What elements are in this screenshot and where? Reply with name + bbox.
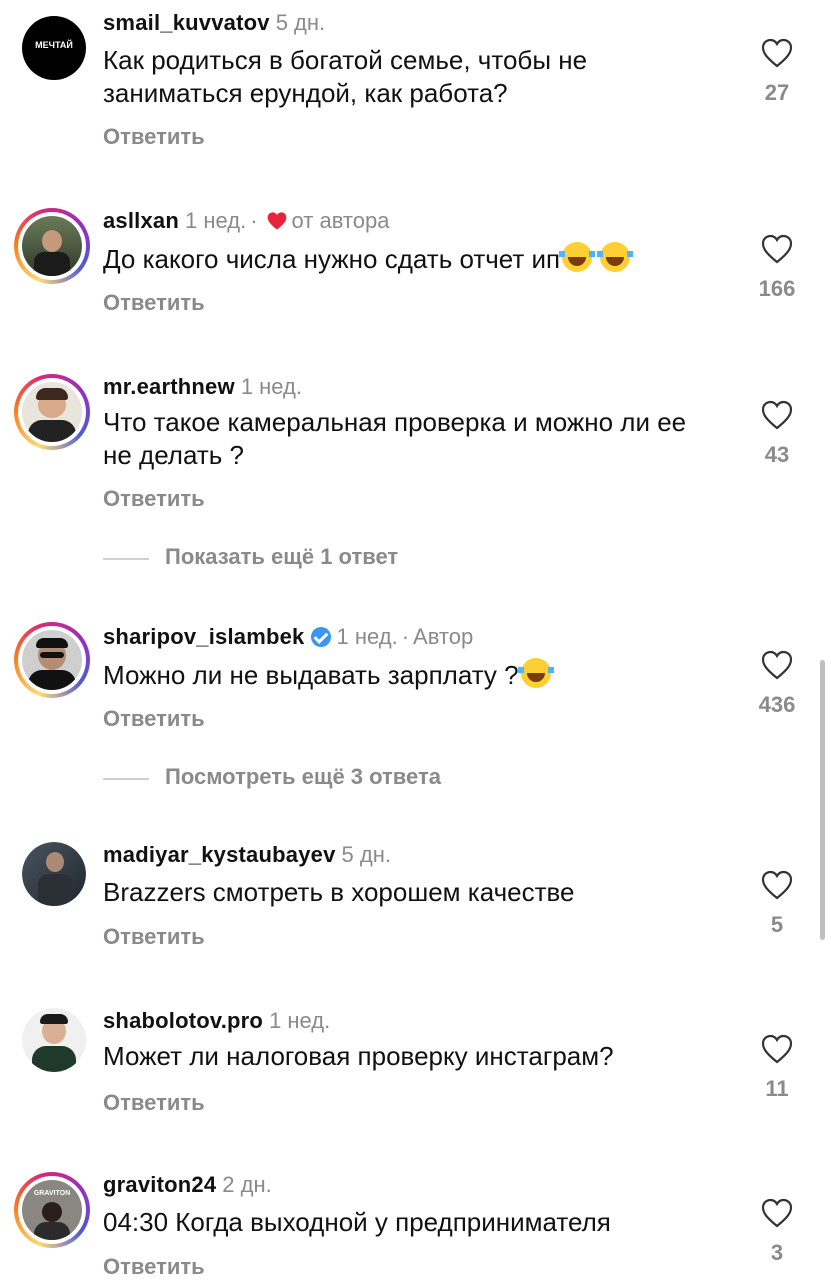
avatar[interactable]: [22, 842, 86, 906]
heart-icon: [761, 38, 793, 68]
username[interactable]: shabolotov.pro: [103, 1008, 263, 1033]
like-count: 11: [765, 1076, 789, 1101]
view-more-replies-label: Посмотреть ещё 3 ответа: [165, 764, 441, 789]
timestamp: 5 дн.: [275, 10, 326, 35]
username[interactable]: madiyar_kystaubayev: [103, 842, 336, 867]
author-like-badge: от автора: [291, 208, 390, 233]
reply-button[interactable]: Ответить: [103, 124, 205, 150]
like-count: 5: [770, 912, 784, 937]
comment-text: Может ли налоговая проверку инстаграм?: [103, 1041, 614, 1071]
username[interactable]: smail_kuvvatov: [103, 10, 270, 35]
username[interactable]: sharipov_islambek: [103, 624, 305, 649]
comment-text: 04:30 Когда выходной у предпринимателя: [103, 1207, 611, 1237]
divider: [103, 778, 149, 780]
like-count: 3: [770, 1240, 784, 1265]
username[interactable]: asllxan: [103, 208, 179, 233]
like-button[interactable]: 5: [748, 870, 806, 938]
separator: ·: [250, 208, 258, 233]
show-more-replies-label: Показать ещё 1 ответ: [165, 544, 399, 569]
reply-button[interactable]: Ответить: [103, 486, 205, 512]
author-badge: Автор: [413, 624, 474, 649]
avatar-text: МЕЧТАЙ: [35, 40, 73, 50]
heart-icon: [761, 400, 793, 430]
like-count: 166: [758, 276, 796, 301]
red-heart-icon: [267, 212, 286, 230]
timestamp: 1 нед.: [185, 208, 247, 233]
comment-text: Brazzers смотреть в хорошем качестве: [103, 877, 575, 907]
laughing-emoji-icon: [597, 242, 634, 272]
like-button[interactable]: 11: [748, 1034, 806, 1102]
avatar[interactable]: [14, 622, 90, 698]
username[interactable]: mr.earthnew: [103, 374, 235, 399]
comment-text: Можно ли не выдавать зарплату ?: [103, 658, 703, 692]
heart-icon: [761, 870, 793, 900]
avatar[interactable]: МЕЧТАЙ: [22, 16, 86, 80]
verified-badge-icon: [310, 627, 331, 647]
comment-text: Как родиться в богатой семье, чтобы не з…: [103, 45, 588, 108]
like-button[interactable]: 436: [748, 650, 806, 718]
reply-button[interactable]: Ответить: [103, 706, 205, 732]
like-count: 27: [764, 80, 790, 105]
comment-text-content: Можно ли не выдавать зарплату ?: [103, 660, 519, 690]
avatar[interactable]: [14, 374, 90, 450]
heart-icon: [761, 234, 793, 264]
timestamp: 1 нед.: [336, 624, 398, 649]
divider: [103, 558, 149, 560]
separator: ·: [401, 624, 410, 649]
comment-text: Что такое камеральная проверка и можно л…: [103, 407, 687, 470]
timestamp: 1 нед.: [269, 1008, 331, 1033]
avatar[interactable]: [22, 1008, 86, 1072]
heart-icon: [761, 650, 793, 680]
like-count: 43: [764, 442, 790, 467]
heart-icon: [761, 1198, 793, 1228]
like-count: 436: [758, 692, 796, 717]
laughing-emoji-icon: [517, 658, 554, 688]
avatar[interactable]: [14, 208, 90, 284]
avatar[interactable]: GRAVITON: [14, 1172, 90, 1248]
heart-icon: [761, 1034, 793, 1064]
timestamp: 5 дн.: [341, 842, 391, 867]
like-button[interactable]: 43: [748, 400, 806, 468]
username[interactable]: graviton24: [103, 1172, 216, 1197]
timestamp: 2 дн.: [222, 1172, 272, 1197]
laughing-emoji-icon: [559, 242, 596, 272]
reply-button[interactable]: Ответить: [103, 290, 205, 316]
comment-text-content: До какого числа нужно сдать отчет ип: [103, 244, 561, 274]
like-button[interactable]: 166: [748, 234, 806, 302]
reply-button[interactable]: Ответить: [103, 1254, 205, 1280]
reply-button[interactable]: Ответить: [103, 1090, 205, 1116]
like-button[interactable]: 3: [748, 1198, 806, 1266]
comment-text: До какого числа нужно сдать отчет ип: [103, 242, 703, 276]
like-button[interactable]: 27: [748, 38, 806, 106]
timestamp: 1 нед.: [240, 374, 303, 399]
scrollbar[interactable]: [820, 660, 825, 940]
avatar-text: GRAVITON: [33, 1190, 71, 1197]
reply-button[interactable]: Ответить: [103, 924, 205, 950]
